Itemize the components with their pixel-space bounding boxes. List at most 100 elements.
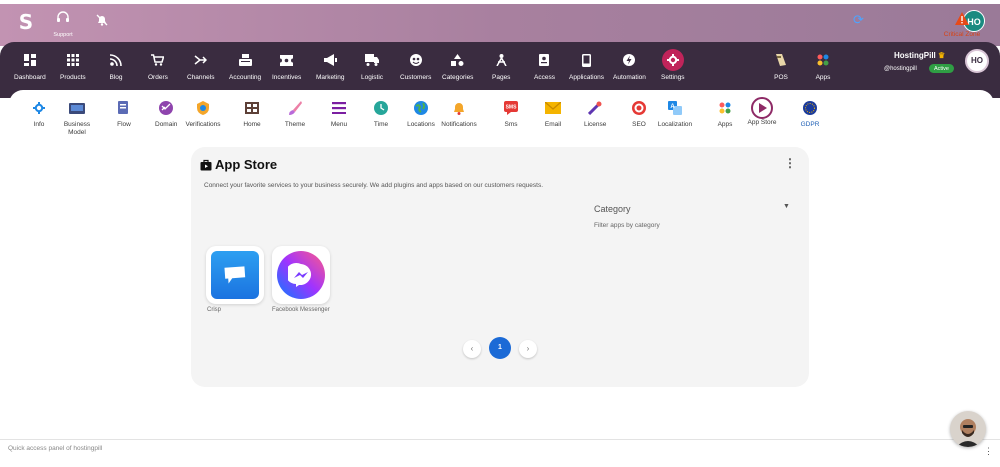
more-options-icon[interactable]: ⋮	[784, 156, 796, 170]
category-select[interactable]: Category	[594, 204, 631, 214]
refresh-icon[interactable]: ⟳	[853, 12, 864, 28]
prev-page-button[interactable]: ‹	[463, 340, 481, 358]
nav-item-label: Blog	[109, 74, 123, 81]
nav-item-blog[interactable]: Blog	[108, 53, 124, 81]
nav-item-marketing[interactable]: Marketing	[316, 53, 345, 81]
nav-item-settings[interactable]: Settings	[661, 49, 685, 81]
support-button[interactable]: Support	[50, 11, 76, 38]
category-hint: Filter apps by category	[594, 222, 660, 229]
nav-item-incentives[interactable]: Incentives	[272, 53, 301, 81]
sub-nav-item-domain[interactable]: Domain	[155, 100, 177, 129]
nav-item-applications[interactable]: Applications	[569, 53, 604, 81]
sub-nav-item-label: Sms	[504, 121, 518, 128]
nav-item-access[interactable]: Access	[534, 53, 555, 81]
truck-icon	[364, 53, 380, 67]
page-number-button[interactable]: 1	[489, 337, 511, 359]
gear-blue-icon	[31, 100, 47, 116]
nav-item-label: Apps	[815, 74, 831, 81]
nav-item-label: Products	[60, 74, 86, 81]
nav-item-products[interactable]: Products	[60, 53, 86, 81]
nav-item-pos[interactable]: POS	[773, 53, 789, 81]
sub-nav-item-apps[interactable]: Apps	[714, 100, 736, 129]
nav-item-dashboard[interactable]: Dashboard	[14, 53, 46, 81]
app-label-crisp: Crisp	[207, 307, 222, 313]
bell-off-icon[interactable]	[95, 13, 109, 27]
sub-nav-item-sms[interactable]: SMS Sms	[500, 100, 522, 129]
sub-nav-item-business-model[interactable]: Business Model	[58, 100, 96, 137]
sub-nav-item-license[interactable]: License	[584, 100, 606, 129]
top-bar	[0, 4, 1000, 46]
crisp-icon	[211, 251, 259, 299]
sub-nav-item-notifications[interactable]: Notifications	[440, 100, 478, 129]
brush-icon	[287, 100, 303, 116]
headset-icon	[50, 11, 76, 29]
ticket-icon	[279, 53, 295, 67]
sub-nav-item-localization[interactable]: A Localization	[656, 100, 694, 129]
sub-nav-item-flow[interactable]: Flow	[113, 100, 135, 129]
nav-item-label: Customers	[400, 74, 432, 81]
page-title: App Store	[200, 157, 277, 172]
nav-item-customers[interactable]: Customers	[400, 53, 431, 81]
nav-item-logistic[interactable]: Logistic	[361, 53, 383, 81]
nav-item-label: Applications	[569, 74, 605, 81]
next-page-button[interactable]: ›	[519, 340, 537, 358]
chat-avatar[interactable]	[950, 411, 986, 447]
sub-nav-item-locations[interactable]: Locations	[402, 100, 440, 129]
flow-icon	[116, 100, 132, 116]
sub-nav-item-gdpr[interactable]: GDPR	[799, 100, 821, 129]
sub-nav-item-label: Apps	[717, 121, 733, 128]
support-label: Support	[53, 32, 73, 38]
sub-nav-item-label: Domain	[155, 121, 178, 128]
sub-nav-item-label: Email	[544, 121, 562, 128]
target-icon	[631, 100, 647, 116]
sub-nav-item-app-store[interactable]: App Store	[743, 97, 781, 127]
logo[interactable]: S	[16, 11, 36, 33]
nav-item-label: Channels	[187, 74, 215, 81]
gear-icon	[661, 49, 684, 71]
nav-item-pages[interactable]: Pages	[492, 53, 510, 81]
nav-item-accounting[interactable]: Accounting	[229, 53, 261, 81]
key-icon	[587, 100, 603, 116]
shapes-icon	[450, 53, 466, 67]
nav-item-label: Orders	[148, 74, 168, 81]
nav-item-label: Accounting	[229, 74, 262, 81]
sub-nav-item-theme[interactable]: Theme	[284, 100, 306, 129]
rss-icon	[108, 53, 124, 67]
footer-text: Quick access panel of hostingpill	[8, 445, 103, 452]
sub-nav-item-label: Notifications	[441, 121, 477, 128]
sub-nav-item-email[interactable]: Email	[542, 100, 564, 129]
sub-nav-item-home[interactable]: Home	[241, 100, 263, 129]
pages-icon	[493, 53, 509, 67]
nav-item-categories[interactable]: Categories	[442, 53, 473, 81]
sub-nav-item-label: Flow	[117, 121, 131, 128]
dashboard-icon	[22, 53, 38, 67]
critical-zone-button[interactable]: Critical Zone	[939, 10, 985, 39]
app-tile-crisp[interactable]	[206, 246, 264, 304]
customers-icon	[408, 53, 424, 67]
nav-item-apps[interactable]: Apps	[815, 53, 831, 81]
sub-nav-item-time[interactable]: Time	[370, 100, 392, 129]
sub-nav-item-info[interactable]: Info	[28, 100, 50, 129]
sub-nav-item-label: Business Model	[63, 121, 91, 136]
nav-item-label: POS	[774, 74, 788, 81]
menu-icon	[331, 100, 347, 116]
dropdown-arrow-icon[interactable]: ▼	[783, 203, 790, 210]
clock-icon	[373, 100, 389, 116]
sub-nav-item-verifications[interactable]: Verifications	[184, 100, 222, 129]
sub-nav-item-menu[interactable]: Menu	[328, 100, 350, 129]
sub-nav-item-label: Info	[33, 121, 45, 128]
nav-item-orders[interactable]: Orders	[148, 53, 168, 81]
nav-item-channels[interactable]: Channels	[187, 53, 214, 81]
nav-item-automation[interactable]: Automation	[613, 53, 646, 81]
nav-item-label: Dashboard	[14, 74, 46, 81]
critical-zone-label: Critical Zone	[943, 31, 981, 38]
nav-item-label: Categories	[442, 74, 474, 81]
sub-nav-item-label: SEO	[632, 121, 646, 128]
footer-menu-icon[interactable]: ⋮	[984, 446, 993, 457]
bag-icon	[200, 159, 212, 170]
app-tile-facebook-messenger[interactable]	[272, 246, 330, 304]
sub-nav-item-label: Localization	[657, 121, 693, 128]
sub-nav-item-seo[interactable]: SEO	[628, 100, 650, 129]
user-avatar[interactable]: HO	[965, 49, 989, 73]
sub-nav-item-label: Time	[373, 121, 389, 128]
